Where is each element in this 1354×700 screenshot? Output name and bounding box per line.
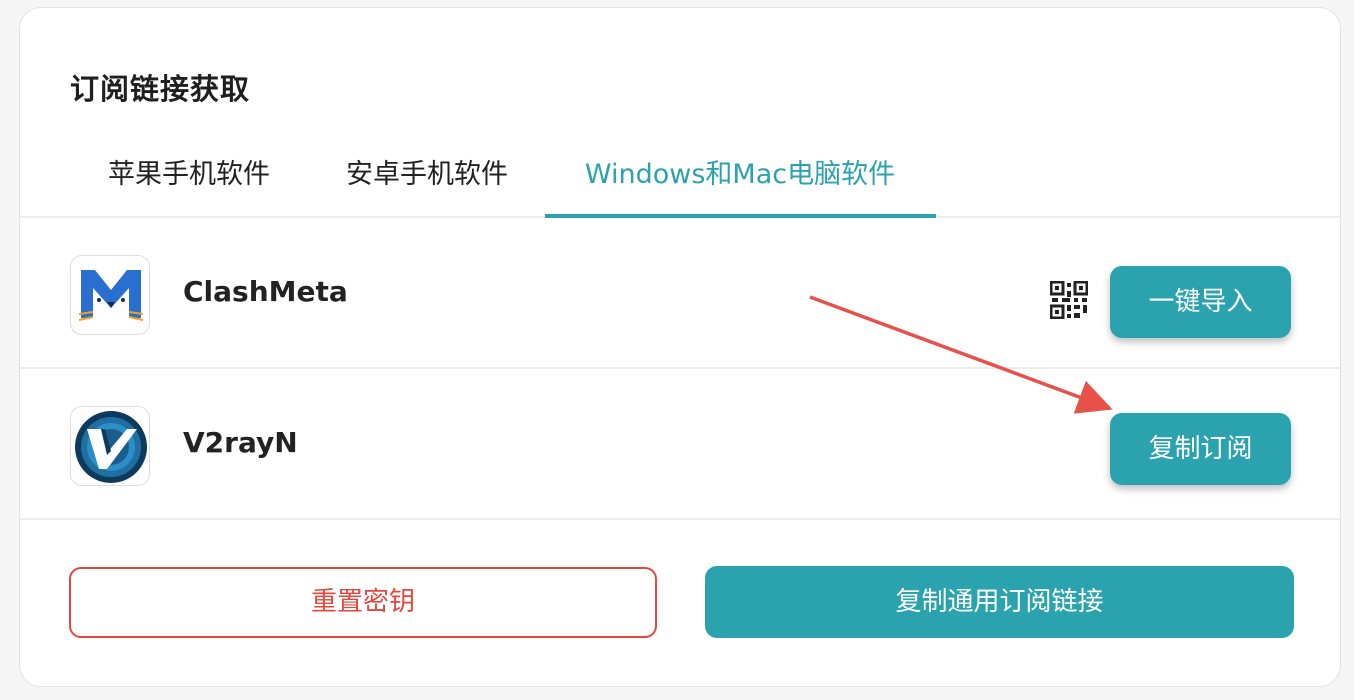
copy-universal-subscription-button[interactable]: 复制通用订阅链接 bbox=[705, 566, 1294, 638]
tab-bar: 苹果手机软件 安卓手机软件 Windows和Mac电脑软件 bbox=[20, 136, 1340, 218]
app-row-v2rayn: V2rayN 复制订阅 bbox=[20, 370, 1340, 520]
copy-subscription-button[interactable]: 复制订阅 bbox=[1110, 413, 1291, 485]
panel-title: 订阅链接获取 bbox=[70, 72, 251, 106]
qr-code-icon[interactable] bbox=[1049, 280, 1089, 320]
tab-iphone-apps[interactable]: 苹果手机软件 bbox=[104, 152, 274, 218]
tab-desktop-apps[interactable]: Windows和Mac电脑软件 bbox=[545, 152, 935, 218]
active-tab-indicator bbox=[545, 214, 936, 218]
app-name-clashmeta: ClashMeta bbox=[183, 275, 348, 308]
subscription-panel: 订阅链接获取 苹果手机软件 安卓手机软件 Windows和Mac电脑软件 Cla… bbox=[19, 7, 1341, 687]
one-click-import-button[interactable]: 一键导入 bbox=[1110, 266, 1291, 338]
app-row-clashmeta: ClashMeta 一键导入 bbox=[20, 219, 1340, 369]
reset-key-button[interactable]: 重置密钥 bbox=[69, 567, 657, 638]
v2rayn-logo-icon bbox=[70, 406, 150, 486]
tab-android-apps[interactable]: 安卓手机软件 bbox=[342, 152, 512, 218]
app-name-v2rayn: V2rayN bbox=[183, 426, 298, 459]
clashmeta-logo-icon bbox=[70, 255, 150, 335]
